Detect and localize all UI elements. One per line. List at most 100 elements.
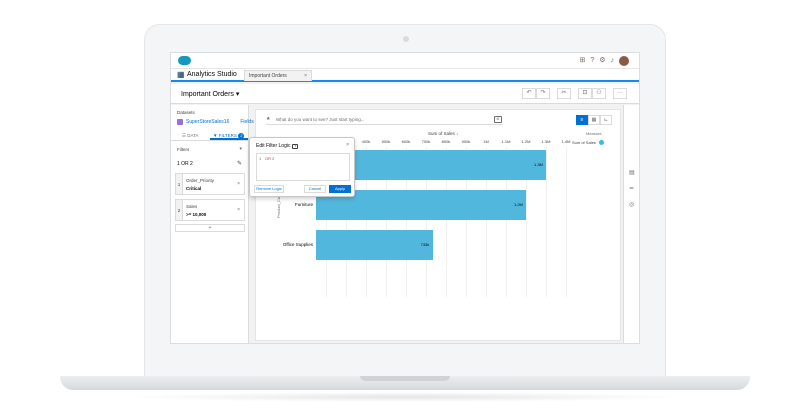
undo-button[interactable]: ↶ [522,88,536,99]
x-tick-label: 800k [441,139,451,144]
tab-important-orders[interactable]: Important Orders × [244,70,312,81]
legend-swatch [598,140,604,145]
settings-icon[interactable]: ◎ [629,201,634,208]
close-icon[interactable]: × [237,207,240,213]
apply-button[interactable]: Apply [329,185,351,193]
filters-heading: Filters [177,147,190,152]
x-tick-label: 1.1M [501,139,511,144]
popover-title: Edit Filter Logic? [256,143,299,149]
lens-title-text: Important Orders [181,91,234,98]
filter-logic-text: OR 2 [265,156,275,161]
filter-number: 2 [176,200,183,220]
x-tick-label: 500k [381,139,391,144]
x-tick-label: 400k [361,139,371,144]
tab-label: Important Orders [249,73,287,79]
filter-field: Order_Priority [186,178,215,183]
bar-value-label: 1.3M [534,162,543,167]
clip-button[interactable]: ✂ [557,88,571,99]
help-icon[interactable]: ? [292,144,299,149]
close-icon[interactable]: × [304,73,307,79]
pencil-icon[interactable]: ✎ [237,160,242,167]
analytics-icon: ▦ [177,70,185,79]
laptop-shadow [120,392,690,402]
gear-icon[interactable]: ⚙ [599,56,605,66]
bell-icon[interactable]: ♪ [611,56,615,66]
bar-value-label: 733k [420,242,430,247]
redo-button[interactable]: ↷ [536,88,550,99]
app-name: Analytics Studio [187,71,237,78]
x-tick-label: 600k [401,139,411,144]
global-header: ⊞ ? ⚙ ♪ [171,53,639,69]
tab-filters[interactable]: ▼ FILTERS 2 [209,131,248,140]
header-icons: ⊞ ? ⚙ ♪ [579,56,629,66]
dataset-icon [177,119,183,125]
laptop-camera [403,36,409,42]
query-mode-icon[interactable]: ⊞ [494,116,502,123]
x-tick-label: 1.3M [541,139,551,144]
search-input[interactable]: What do you want to see? Just start typi… [276,117,365,122]
avatar[interactable] [619,56,629,66]
dataset-name[interactable]: SuperStoreSales16 [186,119,229,125]
x-axis-title[interactable]: Sum of Sales ↓ [428,131,458,136]
category-label: Furniture [294,202,313,207]
x-tick-label: 1.2M [521,139,531,144]
filter-value: Critical [186,186,202,191]
tab-data[interactable]: ☰ DATA [171,131,210,140]
app-bar: ▦ Analytics Studio Important Orders × [171,69,639,82]
bar-chart-icon[interactable]: ≡ [576,115,588,125]
chevron-down-icon: ▾ [235,91,240,98]
filter-card[interactable]: 2 Sales >= 10,000 × [175,199,245,221]
datasets-label: Datasets [177,110,195,115]
present-button[interactable]: ⊡ [578,88,592,99]
add-filter-button[interactable]: + [175,224,245,232]
filter-number: 1 [176,174,183,194]
close-icon[interactable]: × [346,142,349,148]
salesforce-logo[interactable] [178,56,191,65]
filter-logic-label: 1 OR 2 [177,161,193,167]
app-screen: ⊞ ? ⚙ ♪ ▦ Analytics Studio Important Ord… [170,52,640,344]
filter-field: Sales [186,204,198,209]
filters-count-badge: 2 [238,133,245,139]
measure-label: Measure [586,131,602,136]
edit-filter-logic-popover: Edit Filter Logic? × 1 OR 2 Remove Logic… [249,137,355,197]
filter-logic-input[interactable]: 1 OR 2 [256,153,350,181]
toolbar: ↶ ↷ ✂ ⊡ ⚇ ··· [517,88,627,99]
lens-title[interactable]: Important Orders ▾ [181,90,239,98]
remove-logic-button[interactable]: Remove Logic [254,185,284,193]
close-icon[interactable]: × [237,181,240,187]
tab-data-label: DATA [187,133,199,138]
chevron-down-icon[interactable]: ▾ [239,146,242,152]
dataset-row: SuperStoreSales16 Fields [177,119,254,125]
laptop-base-notch [360,376,450,381]
x-tick-label: 900k [461,139,471,144]
help-icon[interactable]: ? [590,56,594,66]
tab-filters-label: FILTERS [218,133,237,138]
x-tick-label: 700k [421,139,431,144]
lens-bar: Important Orders ▾ ↶ ↷ ✂ ⊡ ⚇ ··· [171,84,639,104]
search-bar[interactable]: ★ What do you want to see? Just start ty… [266,115,502,125]
fields-link[interactable]: Fields [240,119,253,125]
category-label: Office Supplies [282,242,313,247]
x-tick-label: 1M [483,139,489,144]
bar-value-label: 1.2M [514,202,523,207]
gridline [566,147,567,297]
filter-value: >= 10,000 [186,212,207,217]
cancel-button[interactable]: Cancel [304,185,326,193]
left-panel: Datasets SuperStoreSales16 Fields ☰ DATA… [171,105,254,343]
table-icon[interactable]: ▦ [588,115,600,125]
filter-card[interactable]: 1 Order_Priority Critical × [175,173,245,195]
chart-icon[interactable]: ▤ [629,169,635,176]
filter-icon[interactable]: ≂ [629,185,634,192]
line-number: 1 [259,156,262,161]
popover-title-text: Edit Filter Logic [256,143,291,149]
more-button[interactable]: ··· [613,88,627,99]
right-rail: ▤ ≂ ◎ [623,105,639,343]
grid-icon[interactable]: ⊞ [579,56,585,66]
panel-tabs: ☰ DATA ▼ FILTERS 2 [171,131,248,141]
gridline [546,147,547,297]
compare-icon[interactable]: ⊾ [600,115,612,125]
star-icon: ★ [266,116,271,122]
bar[interactable] [316,230,433,260]
x-tick-label: 1.4M [561,139,571,144]
share-button[interactable]: ⚇ [592,88,606,99]
